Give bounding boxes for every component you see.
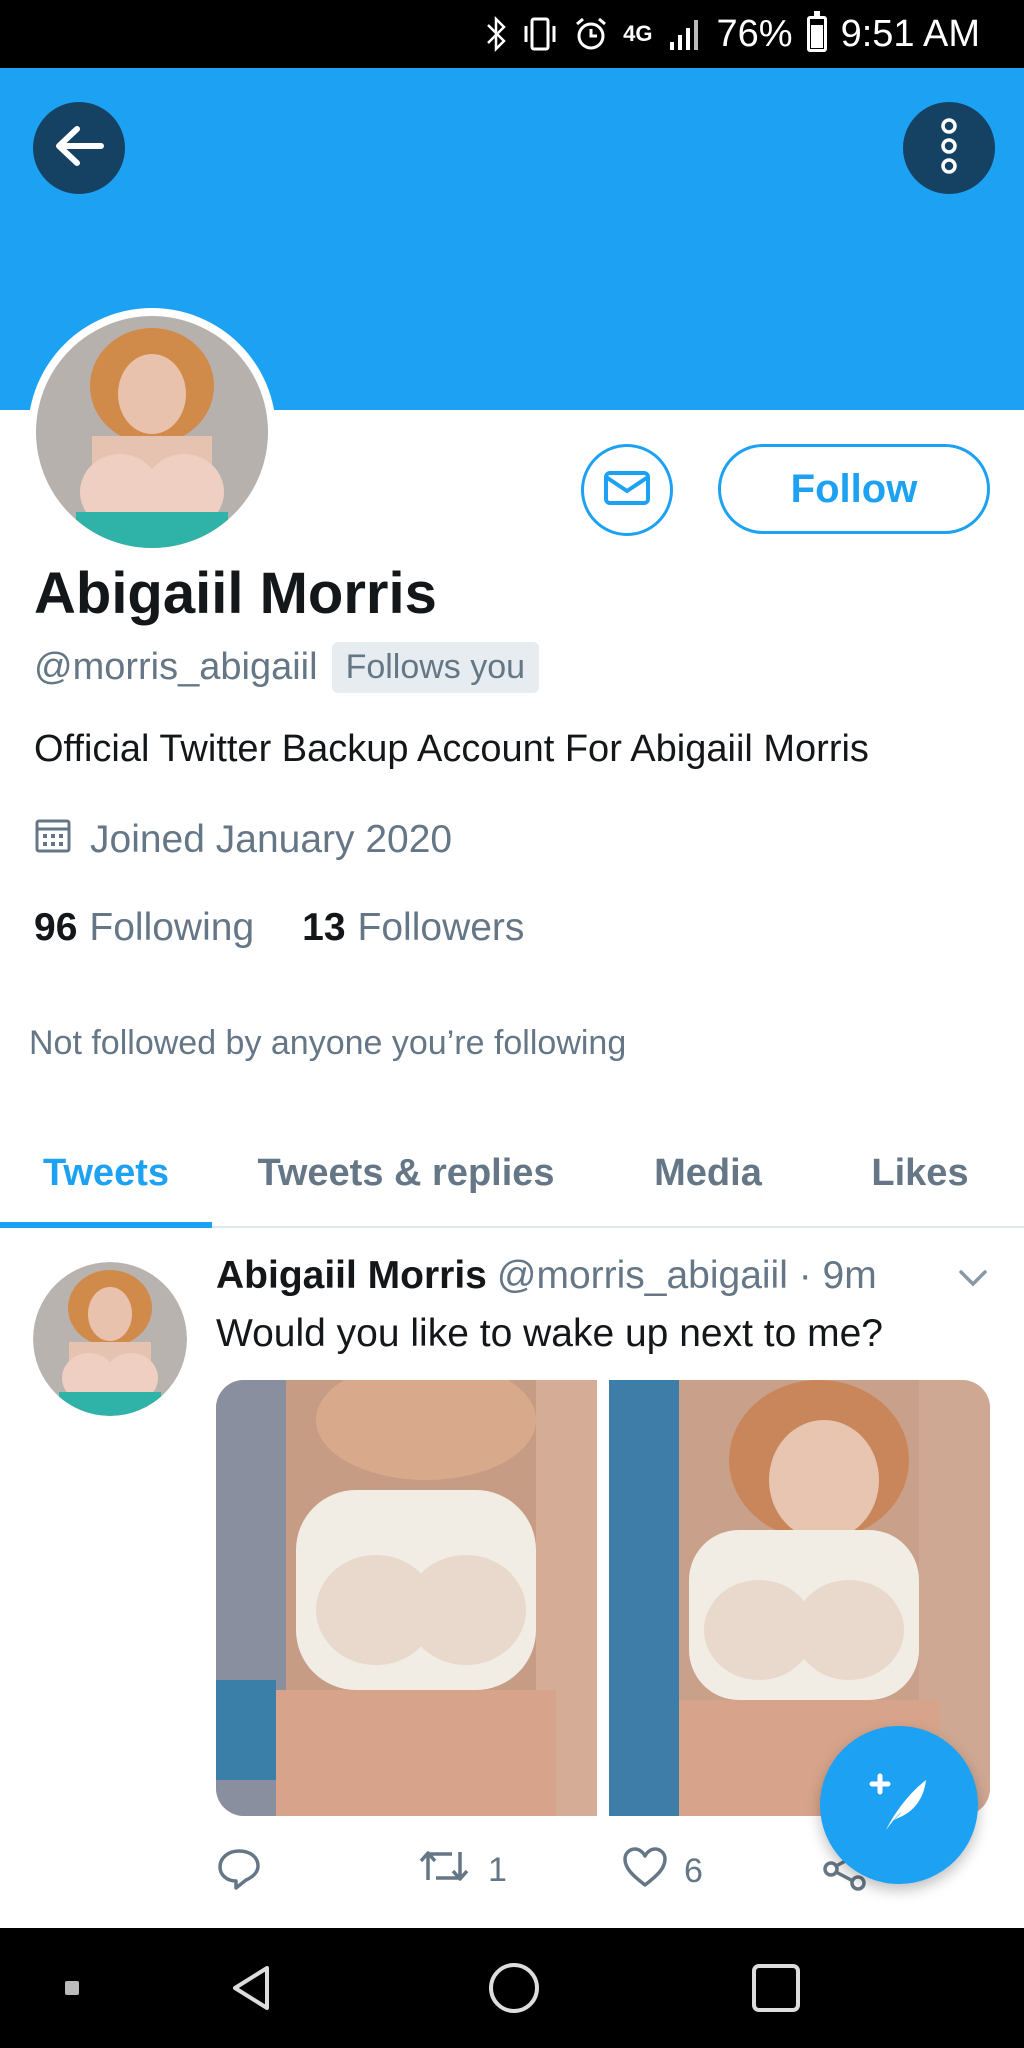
tweet-meta: @morris_abigaiil · 9m bbox=[496, 1254, 877, 1297]
following-count: 96 bbox=[34, 906, 78, 949]
compose-tweet-button[interactable] bbox=[820, 1726, 978, 1884]
tweet-actions: 1 6 bbox=[216, 1846, 896, 1906]
battery-icon bbox=[806, 11, 827, 52]
arrow-left-icon bbox=[53, 124, 105, 173]
profile-avatar[interactable] bbox=[28, 308, 276, 556]
follows-you-badge: Follows you bbox=[331, 642, 540, 693]
nav-dot-icon bbox=[52, 1928, 92, 2048]
tweet-text: Would you like to wake up next to me? bbox=[216, 1312, 883, 1355]
not-followed-notice: Not followed by anyone you’re following bbox=[29, 1024, 627, 1062]
back-triangle-icon[interactable] bbox=[212, 1928, 292, 2048]
retweet-count: 1 bbox=[488, 1851, 507, 1889]
reply-button[interactable] bbox=[216, 1846, 278, 1901]
tweet-avatar-photo bbox=[33, 1262, 187, 1416]
envelope-icon bbox=[603, 470, 651, 511]
more-options-button[interactable] bbox=[903, 102, 995, 194]
android-nav-bar bbox=[0, 1928, 1024, 2048]
battery-level bbox=[810, 25, 823, 48]
clock: 9:51 AM bbox=[840, 12, 980, 55]
compose-tweet-icon bbox=[864, 1768, 934, 1843]
retweet-button[interactable]: 1 bbox=[416, 1846, 507, 1895]
vertical-dots-icon bbox=[939, 117, 959, 179]
tweet-author[interactable]: Abigaiil Morris bbox=[216, 1254, 487, 1298]
following-count-link[interactable]: 96 Following bbox=[34, 906, 254, 950]
followers-label: Followers bbox=[357, 906, 525, 949]
chevron-down-icon[interactable] bbox=[958, 1268, 988, 1293]
profile-name: Abigaiil Morris bbox=[34, 561, 437, 626]
profile-tabs: Tweets Tweets & replies Media Likes bbox=[0, 1120, 1024, 1228]
bluetooth-icon bbox=[485, 14, 507, 54]
like-count: 6 bbox=[684, 1852, 703, 1890]
battery-percent: 76% bbox=[716, 12, 793, 55]
retweet-icon bbox=[416, 1846, 472, 1895]
status-bar: 4G 76% 9:51 AM bbox=[0, 0, 1024, 68]
tab-tweets-and-replies[interactable]: Tweets & replies bbox=[212, 1120, 600, 1226]
back-button[interactable] bbox=[33, 102, 125, 194]
followers-count-link[interactable]: 13 Followers bbox=[302, 906, 524, 950]
profile-bio: Official Twitter Backup Account For Abig… bbox=[34, 728, 869, 770]
tweet-avatar[interactable] bbox=[33, 1262, 187, 1416]
tab-media[interactable]: Media bbox=[600, 1120, 816, 1226]
network-4g-icon: 4G bbox=[623, 21, 653, 46]
alarm-icon bbox=[573, 14, 609, 54]
calendar-icon bbox=[34, 816, 72, 864]
home-circle-icon[interactable] bbox=[474, 1928, 554, 2048]
handle-row: @morris_abigaiil Follows you bbox=[34, 642, 540, 693]
tweet-photo-1[interactable] bbox=[216, 1380, 597, 1816]
vibrate-icon bbox=[521, 14, 559, 54]
heart-icon bbox=[622, 1846, 668, 1897]
reply-icon bbox=[216, 1846, 262, 1901]
like-button[interactable]: 6 bbox=[622, 1846, 703, 1897]
follow-counts: 96 Following 13 Followers bbox=[34, 906, 524, 950]
signal-icon bbox=[667, 14, 703, 54]
tweet-header: Abigaiil Morris @morris_abigaiil · 9m bbox=[216, 1254, 877, 1298]
followers-count: 13 bbox=[302, 906, 346, 949]
avatar-photo bbox=[36, 316, 268, 548]
tab-likes[interactable]: Likes bbox=[816, 1120, 1024, 1226]
following-label: Following bbox=[89, 906, 255, 949]
joined-text: Joined January 2020 bbox=[90, 818, 453, 861]
message-button[interactable] bbox=[581, 444, 673, 536]
follow-button[interactable]: Follow bbox=[718, 444, 990, 534]
joined-date: Joined January 2020 bbox=[34, 816, 452, 864]
recents-square-icon[interactable] bbox=[736, 1928, 816, 2048]
profile-handle: @morris_abigaiil bbox=[34, 646, 318, 688]
tab-tweets[interactable]: Tweets bbox=[0, 1120, 212, 1228]
